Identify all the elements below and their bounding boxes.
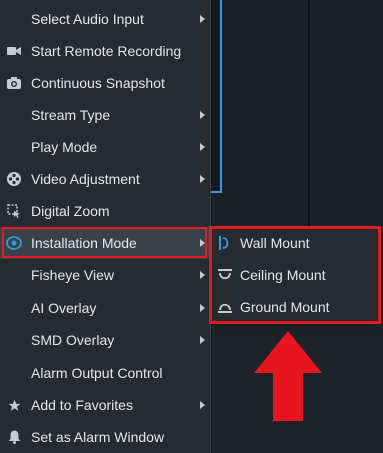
submenu-item-label: Ground Mount	[240, 299, 330, 315]
ceiling-mount-icon	[217, 267, 233, 283]
submenu-arrow-icon	[200, 401, 205, 409]
menu-item-digital-zoom[interactable]: Digital Zoom	[0, 195, 211, 227]
submenu-item-ground-mount[interactable]: Ground Mount	[209, 291, 381, 323]
menu-item-label: Select Audio Input	[31, 11, 144, 27]
submenu-item-label: Ceiling Mount	[240, 267, 326, 283]
menu-item-play-mode[interactable]: Play Mode	[0, 131, 211, 163]
menu-item-label: Fisheye View	[31, 267, 115, 283]
installation-mode-submenu: Wall Mount Ceiling Mount Ground Mount	[209, 227, 381, 323]
camera-icon	[6, 75, 22, 91]
menu-item-label: Digital Zoom	[31, 203, 110, 219]
submenu-item-ceiling-mount[interactable]: Ceiling Mount	[209, 259, 381, 291]
menu-item-label: Stream Type	[31, 107, 111, 123]
menu-item-smd-overlay[interactable]: SMD Overlay	[0, 324, 211, 356]
menu-item-alarm-output-control[interactable]: Alarm Output Control	[0, 357, 211, 389]
ground-mount-icon	[217, 299, 233, 315]
menu-item-label: Alarm Output Control	[31, 365, 163, 381]
menu-item-select-audio-input[interactable]: Select Audio Input	[0, 3, 211, 35]
red-arrow-up-icon	[254, 331, 322, 421]
window-divider	[308, 0, 310, 228]
submenu-arrow-icon	[200, 143, 205, 151]
menu-item-set-as-alarm-window[interactable]: Set as Alarm Window	[0, 421, 211, 453]
menu-item-label: SMD Overlay	[31, 332, 115, 348]
menu-item-ai-overlay[interactable]: AI Overlay	[0, 292, 211, 324]
bell-icon	[6, 429, 22, 445]
menu-item-fisheye-view[interactable]: Fisheye View	[0, 259, 211, 291]
submenu-arrow-icon	[200, 15, 205, 23]
submenu-arrow-icon	[200, 111, 205, 119]
menu-item-continuous-snapshot[interactable]: Continuous Snapshot	[0, 67, 211, 99]
menu-item-label: Add to Favorites	[31, 397, 133, 413]
submenu-arrow-icon	[200, 304, 205, 312]
wall-mount-icon	[217, 235, 233, 251]
menu-item-label: Set as Alarm Window	[31, 429, 165, 445]
menu-item-label: Video Adjustment	[31, 171, 140, 187]
submenu-arrow-icon	[200, 336, 205, 344]
context-menu: Select Audio Input Start Remote Recordin…	[0, 0, 211, 453]
submenu-item-label: Wall Mount	[240, 235, 310, 251]
menu-item-installation-mode[interactable]: Installation Mode	[0, 227, 211, 259]
menu-item-label: Continuous Snapshot	[31, 75, 165, 91]
submenu-arrow-icon	[200, 271, 205, 279]
menu-item-stream-type[interactable]: Stream Type	[0, 99, 211, 131]
menu-item-label: AI Overlay	[31, 300, 97, 316]
submenu-arrow-icon	[200, 175, 205, 183]
menu-item-video-adjustment[interactable]: Video Adjustment	[0, 163, 211, 195]
menu-item-label: Installation Mode	[31, 235, 137, 251]
zoom-select-icon	[6, 203, 22, 219]
menu-item-start-remote-recording[interactable]: Start Remote Recording	[0, 35, 211, 67]
video-camera-icon	[6, 43, 22, 59]
film-reel-icon	[6, 171, 22, 187]
submenu-arrow-icon	[200, 239, 205, 247]
menu-item-label: Play Mode	[31, 139, 98, 155]
menu-item-label: Start Remote Recording	[31, 43, 182, 59]
fisheye-icon	[6, 235, 22, 251]
menu-item-add-to-favorites[interactable]: Add to Favorites	[0, 389, 211, 421]
star-icon	[6, 397, 22, 413]
submenu-item-wall-mount[interactable]: Wall Mount	[209, 227, 381, 259]
